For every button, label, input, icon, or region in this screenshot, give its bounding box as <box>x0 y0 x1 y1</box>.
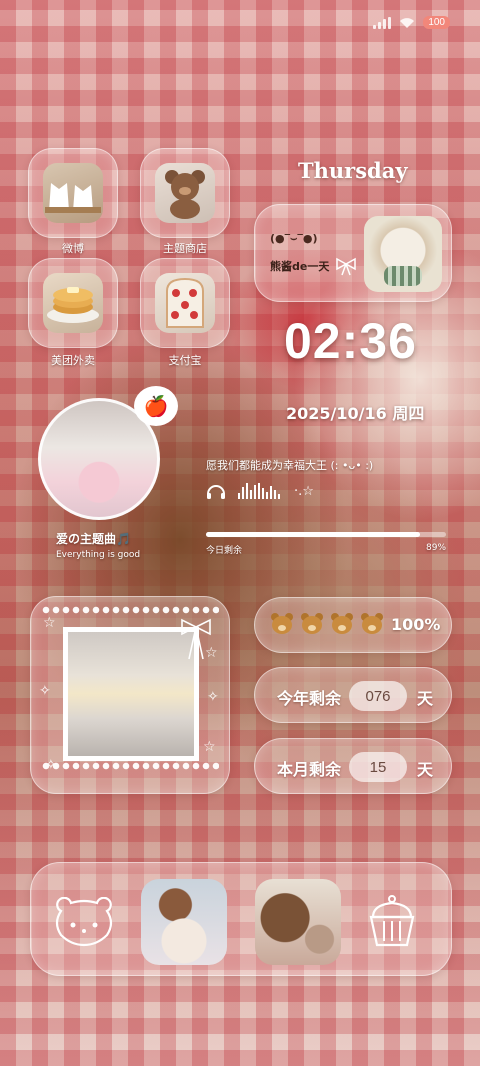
day-progress-fill <box>206 532 420 537</box>
bears-percent: 100% <box>391 615 441 634</box>
bear-icon <box>329 611 355 637</box>
teddy-bear-icon <box>155 163 215 223</box>
battery-indicator: 100 <box>423 16 450 29</box>
month-label: 本月剩余 <box>277 760 342 779</box>
app-theme-store[interactable] <box>140 148 230 238</box>
signal-icon <box>373 16 392 29</box>
dock <box>30 862 452 976</box>
status-bar: 100 <box>373 16 450 29</box>
song-subtitle: Everything is good <box>56 550 141 560</box>
app-meituan[interactable] <box>28 258 118 348</box>
year-value: 076 <box>349 681 407 711</box>
month-remaining-bar[interactable]: 本月剩余 15 天 <box>254 738 452 794</box>
bear-icon <box>299 611 325 637</box>
wish-text: 愿我们都能成为幸福大王 (: •ᴗ• :) <box>206 459 374 472</box>
strawberry-toast-icon <box>155 273 215 333</box>
cupcake-icon[interactable] <box>367 893 417 949</box>
app-label-alipay: 支付宝 <box>168 354 202 367</box>
lace-bottom <box>41 761 219 771</box>
progress-label: 今日剩余 <box>206 546 243 556</box>
player-row: ·.☆ <box>206 482 314 500</box>
day-widget-title: 熊酱de一天 <box>270 260 330 273</box>
progress-percent: 89% <box>426 543 447 553</box>
clock-time: 02:36 <box>284 313 417 369</box>
month-unit: 天 <box>417 760 434 779</box>
sound-wave-icon <box>238 483 280 499</box>
photo-frame-widget[interactable]: ☆ ✧ ✧ ☆ ✧ ☆ <box>30 596 230 794</box>
bear-row <box>269 611 385 637</box>
year-unit: 天 <box>417 689 434 708</box>
ribbon-bow-icon <box>336 257 356 276</box>
star-icon: ✧ <box>39 683 51 699</box>
wifi-icon <box>400 17 415 28</box>
bears-progress-bar[interactable]: 100% <box>254 597 452 653</box>
month-value: 15 <box>349 752 407 782</box>
app-alipay[interactable] <box>140 258 230 348</box>
bear-face-icon[interactable] <box>51 897 117 947</box>
app-label-meituan: 美团外卖 <box>51 354 95 367</box>
teddy-photo[interactable] <box>255 879 341 965</box>
headphones-icon[interactable] <box>206 482 226 500</box>
shelf-photo <box>68 632 194 756</box>
clock-date: 2025/10/16 周四 <box>286 404 425 423</box>
app-weibo[interactable] <box>28 148 118 238</box>
star-icon: ✧ <box>207 689 219 705</box>
bear-icon <box>269 611 295 637</box>
day-progress-bar <box>206 532 446 537</box>
star-icon: ✧ <box>45 757 57 773</box>
star-icon: ☆ <box>43 615 56 631</box>
star-icon: ☆ <box>203 739 216 755</box>
apple-icon: 🍎 <box>134 386 178 426</box>
deco-text: ·.☆ <box>294 483 314 499</box>
app-label-weibo: 微博 <box>62 242 84 255</box>
pancake-icon <box>43 273 103 333</box>
cat-bread-icon <box>43 163 103 223</box>
ribbon-bow-icon <box>181 618 211 660</box>
cat-bear-photo[interactable] <box>141 879 227 965</box>
year-label: 今年剩余 <box>277 689 342 708</box>
app-label-theme-store: 主题商店 <box>163 242 207 255</box>
bear-icon <box>359 611 385 637</box>
lace-top <box>41 605 219 615</box>
kaomoji-text: (●‾⌣‾●) <box>270 232 318 245</box>
bear-photo <box>364 216 442 292</box>
weekday-label: Thursday <box>298 158 408 183</box>
song-title: 爱の主题曲🎵 <box>56 532 131 546</box>
year-remaining-bar[interactable]: 今年剩余 076 天 <box>254 667 452 723</box>
